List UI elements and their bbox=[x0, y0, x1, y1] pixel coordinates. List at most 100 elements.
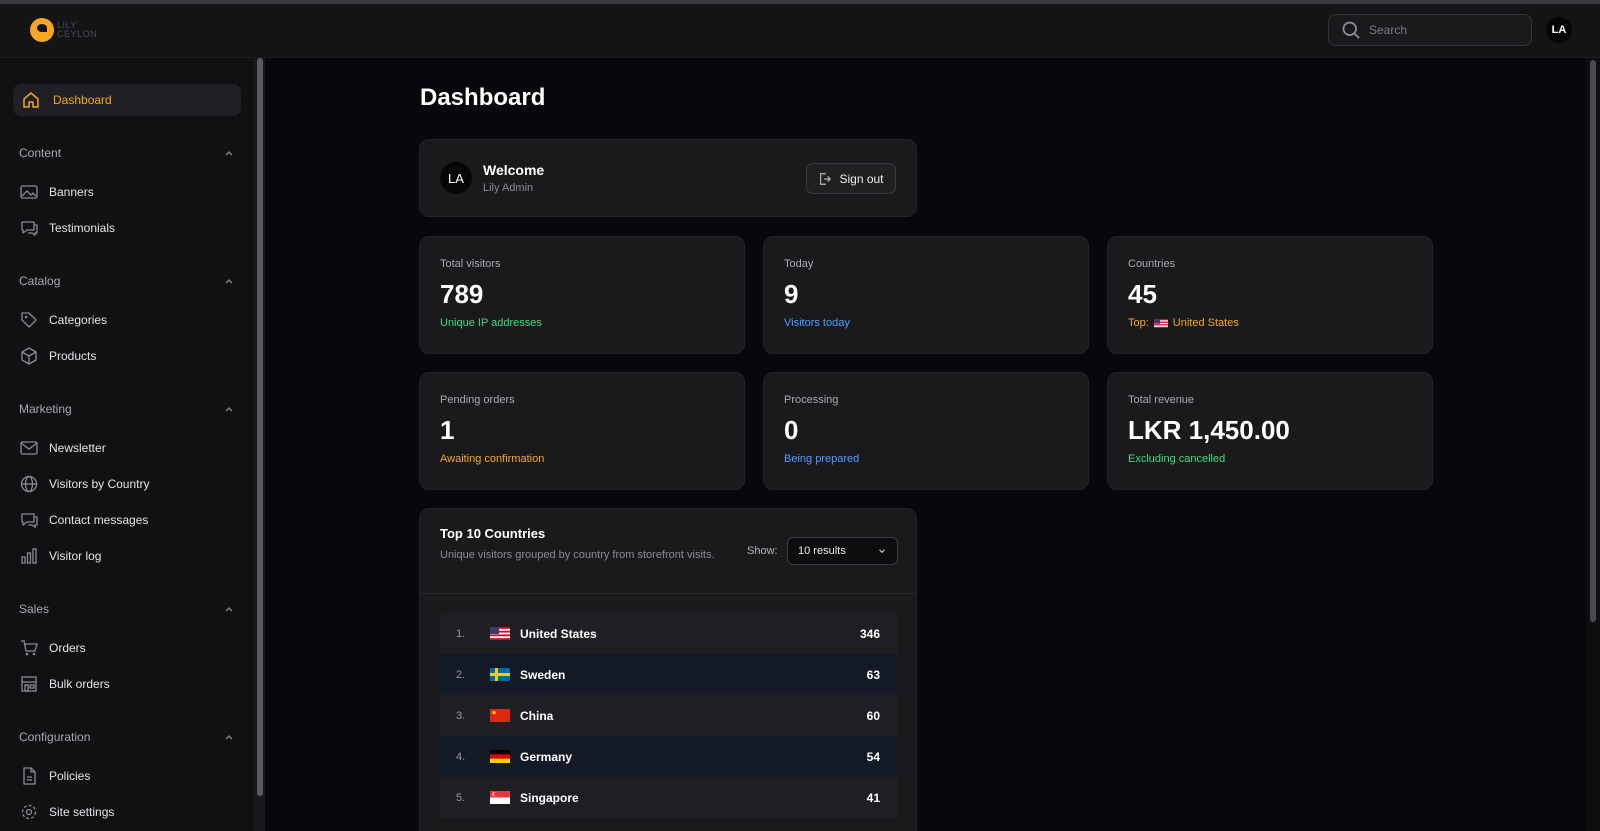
sidebar-item-testimonials[interactable]: Testimonials bbox=[19, 218, 115, 238]
sidebar-item-label: Categories bbox=[49, 313, 108, 327]
sweden-flag-icon bbox=[490, 668, 510, 681]
document-icon bbox=[23, 767, 36, 785]
stat-note-text: Awaiting confirmation bbox=[440, 453, 545, 465]
germany-flag-icon bbox=[490, 750, 510, 763]
chevron-up-icon bbox=[225, 735, 233, 740]
sidebar-item-visitor-log[interactable]: Visitor log bbox=[19, 546, 101, 566]
sign-out-label: Sign out bbox=[839, 171, 884, 186]
sidebar-item-label: Products bbox=[49, 349, 97, 363]
chevron-up-icon bbox=[225, 151, 233, 156]
sidebar-item-orders[interactable]: Orders bbox=[19, 638, 86, 658]
section-content[interactable]: Content bbox=[19, 146, 235, 160]
sidebar-item-contact-messages[interactable]: Contact messages bbox=[19, 510, 148, 530]
card-title: Top 10 Countries bbox=[440, 526, 546, 541]
country-list: 1. United States 346 2. Sweden 63 3. Chi… bbox=[440, 613, 898, 818]
sidebar-scrollbar-thumb[interactable] bbox=[257, 58, 263, 796]
section-configuration[interactable]: Configuration bbox=[19, 730, 235, 744]
row-count: 63 bbox=[866, 667, 880, 682]
results-select[interactable]: 10 results bbox=[787, 537, 898, 565]
sidebar-item-categories[interactable]: Categories bbox=[19, 310, 107, 330]
chevron-up-icon bbox=[225, 279, 233, 284]
stat-value: 1 bbox=[440, 415, 455, 445]
top-countries-card: Top 10 Countries Unique visitors grouped… bbox=[419, 508, 917, 831]
sidebar-item-products[interactable]: Products bbox=[19, 346, 96, 366]
sidebar-item-label: Newsletter bbox=[49, 441, 106, 455]
row-count: 54 bbox=[866, 749, 880, 764]
section-catalog[interactable]: Catalog bbox=[19, 274, 235, 288]
row-count: 60 bbox=[866, 708, 880, 723]
sign-out-button[interactable]: Sign out bbox=[806, 163, 896, 194]
image-icon bbox=[20, 185, 38, 199]
mail-icon bbox=[20, 441, 38, 455]
section-title: Sales bbox=[19, 602, 50, 616]
chevron-up-icon bbox=[225, 407, 233, 412]
sidebar-item-dashboard[interactable]: Dashboard bbox=[13, 84, 241, 116]
stat-card-processing: Processing 0 Being prepared bbox=[763, 372, 1089, 490]
row-country: China bbox=[520, 708, 554, 723]
sidebar: Dashboard Content Banners Testimonials C… bbox=[0, 58, 253, 831]
sidebar-item-policies[interactable]: Policies bbox=[19, 766, 90, 786]
stat-label: Countries bbox=[1128, 258, 1176, 270]
sidebar-item-label: Visitor log bbox=[49, 549, 102, 563]
sidebar-item-label: Site settings bbox=[49, 805, 115, 819]
logo[interactable]: LILY CEYLON bbox=[30, 18, 97, 42]
stat-card-total-visitors: Total visitors 789 Unique IP addresses bbox=[419, 236, 745, 354]
search-input[interactable] bbox=[1369, 23, 1519, 37]
section-marketing[interactable]: Marketing bbox=[19, 402, 235, 416]
sidebar-item-visitors-by-country[interactable]: Visitors by Country bbox=[19, 474, 149, 494]
bar-chart-icon bbox=[21, 548, 37, 564]
stat-value: 45 bbox=[1128, 279, 1157, 309]
search-box[interactable] bbox=[1328, 14, 1532, 46]
sidebar-item-bulk-orders[interactable]: Bulk orders bbox=[19, 674, 110, 694]
row-rank: 3. bbox=[456, 709, 466, 722]
sidebar-item-site-settings[interactable]: Site settings bbox=[19, 802, 114, 822]
table-row[interactable]: 4. Germany 54 bbox=[440, 736, 898, 777]
table-row[interactable]: 3. China 60 bbox=[440, 695, 898, 736]
stat-note-text: Being prepared bbox=[784, 453, 860, 465]
stat-note-text: Excluding cancelled bbox=[1128, 453, 1226, 465]
stat-note: Top: United States bbox=[1128, 317, 1239, 329]
top-bar: LILY CEYLON LA bbox=[0, 0, 1600, 58]
stat-label: Total revenue bbox=[1128, 394, 1195, 406]
section-title: Content bbox=[19, 146, 62, 160]
table-row[interactable]: 5. Singapore 41 bbox=[440, 777, 898, 818]
show-label: Show: bbox=[747, 545, 778, 557]
sidebar-item-label: Bulk orders bbox=[49, 677, 110, 691]
welcome-title: Welcome bbox=[483, 162, 545, 178]
cart-icon bbox=[21, 640, 38, 656]
section-title: Configuration bbox=[19, 730, 91, 744]
home-icon bbox=[23, 92, 39, 108]
stat-card-countries: Countries 45 Top: United States bbox=[1107, 236, 1433, 354]
stat-card-total-revenue: Total revenue LKR 1,450.00 Excluding can… bbox=[1107, 372, 1433, 490]
row-rank: 5. bbox=[456, 791, 466, 804]
tag-icon bbox=[21, 312, 37, 328]
row-country: Germany bbox=[520, 749, 573, 764]
stat-value: 9 bbox=[784, 279, 799, 309]
sidebar-item-label: Banners bbox=[49, 185, 94, 199]
row-country: Sweden bbox=[520, 667, 566, 682]
card-subtitle: Unique visitors grouped by country from … bbox=[440, 549, 715, 561]
stat-label: Pending orders bbox=[440, 394, 515, 406]
row-count: 41 bbox=[866, 790, 880, 805]
chevron-down-icon bbox=[879, 549, 885, 554]
table-row[interactable]: 2. Sweden 63 bbox=[440, 654, 898, 695]
main-scrollbar-thumb[interactable] bbox=[1590, 60, 1596, 622]
divider bbox=[420, 593, 916, 594]
stat-value: LKR 1,450.00 bbox=[1128, 415, 1290, 445]
sidebar-item-banners[interactable]: Banners bbox=[19, 182, 94, 202]
us-flag-icon bbox=[1153, 318, 1168, 328]
sidebar-item-label: Orders bbox=[49, 641, 86, 655]
section-sales[interactable]: Sales bbox=[19, 602, 235, 616]
sidebar-item-label: Policies bbox=[49, 769, 91, 783]
user-avatar[interactable]: LA bbox=[1546, 17, 1572, 43]
welcome-card: LA Welcome Lily Admin Sign out bbox=[419, 139, 917, 217]
singapore-flag-icon bbox=[490, 791, 510, 804]
sidebar-item-newsletter[interactable]: Newsletter bbox=[19, 438, 106, 458]
table-row[interactable]: 1. United States 346 bbox=[440, 613, 898, 654]
china-flag-icon bbox=[490, 709, 510, 722]
user-name: Lily Admin bbox=[483, 182, 534, 194]
stat-note-text: Unique IP addresses bbox=[440, 317, 542, 329]
chat-icon bbox=[21, 513, 38, 529]
stat-note: Excluding cancelled bbox=[1128, 453, 1225, 465]
row-count: 346 bbox=[859, 626, 880, 641]
